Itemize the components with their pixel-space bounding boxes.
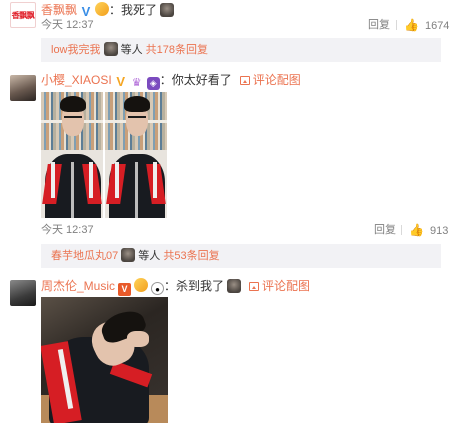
like-button[interactable]: 👍 1674 [404,18,449,33]
sticker-icon [103,42,118,56]
reply-with-picture-link[interactable]: 评论配图 [253,73,301,87]
comment-image[interactable] [41,92,103,218]
like-thumb-icon: 👍 [404,18,419,32]
subreplies-summary[interactable]: 春芋地瓜丸07 等人 共53条回复 [41,244,441,268]
subreply-user[interactable]: low我完我 [51,44,101,56]
vip-badge-icon [95,2,110,16]
subreply-middle: 等人 [117,44,146,56]
separator: ： [109,3,122,17]
comment-image[interactable] [41,297,168,423]
verified-v-icon: V [118,283,132,296]
comment-text: 你太好看了 [171,73,232,87]
subreply-user[interactable]: 春芋地瓜丸07 [51,250,118,262]
reply-button[interactable]: 回复 [374,223,396,237]
like-thumb-icon: 👍 [409,223,424,237]
username-link[interactable]: 香飘飘 [41,3,77,17]
separator: ： [159,73,172,87]
avatar[interactable] [10,75,36,101]
username-link[interactable]: 小樱_XIAOSI [41,73,112,87]
crown-icon: ♛ [131,77,142,89]
like-count: 913 [429,225,449,237]
like-button[interactable]: 👍 913 [409,223,448,238]
picture-icon [239,76,250,85]
vip-badge-icon [134,278,149,292]
subreply-count-link[interactable]: 共53条回复 [163,250,219,262]
verified-v-icon: V [116,74,126,89]
separator: ： [164,279,177,293]
sticker-icon [121,248,136,262]
panda-badge-icon: ● [151,282,165,295]
comment-text: 我死了 [121,3,158,17]
comment-text: 杀到我了 [176,279,225,293]
username-link[interactable]: 周杰伦_Music [41,279,115,293]
avatar[interactable]: 香飘飘 [10,2,36,28]
comment-time: 今天 12:37 [41,19,94,31]
sticker-icon [160,3,175,17]
comment-header: 周杰伦_Music V ● ：杀到我了 评论配图 [41,278,310,296]
comment-header: 香飘飘 V ：我死了 [41,2,175,19]
divider [401,225,402,235]
like-count: 1674 [424,20,450,32]
sticker-icon [227,279,242,293]
comment-header: 小樱_XIAOSI V ♛ ◈ ：你太好看了 评论配图 [41,72,301,90]
comment-image[interactable] [105,92,167,218]
reply-with-picture-link[interactable]: 评论配图 [262,279,310,293]
vip-badge-icon: ◈ [146,77,160,90]
subreply-middle: 等人 [135,250,164,262]
reply-button[interactable]: 回复 [368,18,390,32]
verified-v-icon: V [81,4,91,19]
picture-icon [249,282,260,291]
avatar[interactable] [10,280,36,306]
comment-time: 今天 12:37 [41,224,94,236]
subreplies-summary[interactable]: low我完我 等人 共178条回复 [41,38,441,62]
divider [396,20,397,30]
subreply-count-link[interactable]: 共178条回复 [146,44,208,56]
